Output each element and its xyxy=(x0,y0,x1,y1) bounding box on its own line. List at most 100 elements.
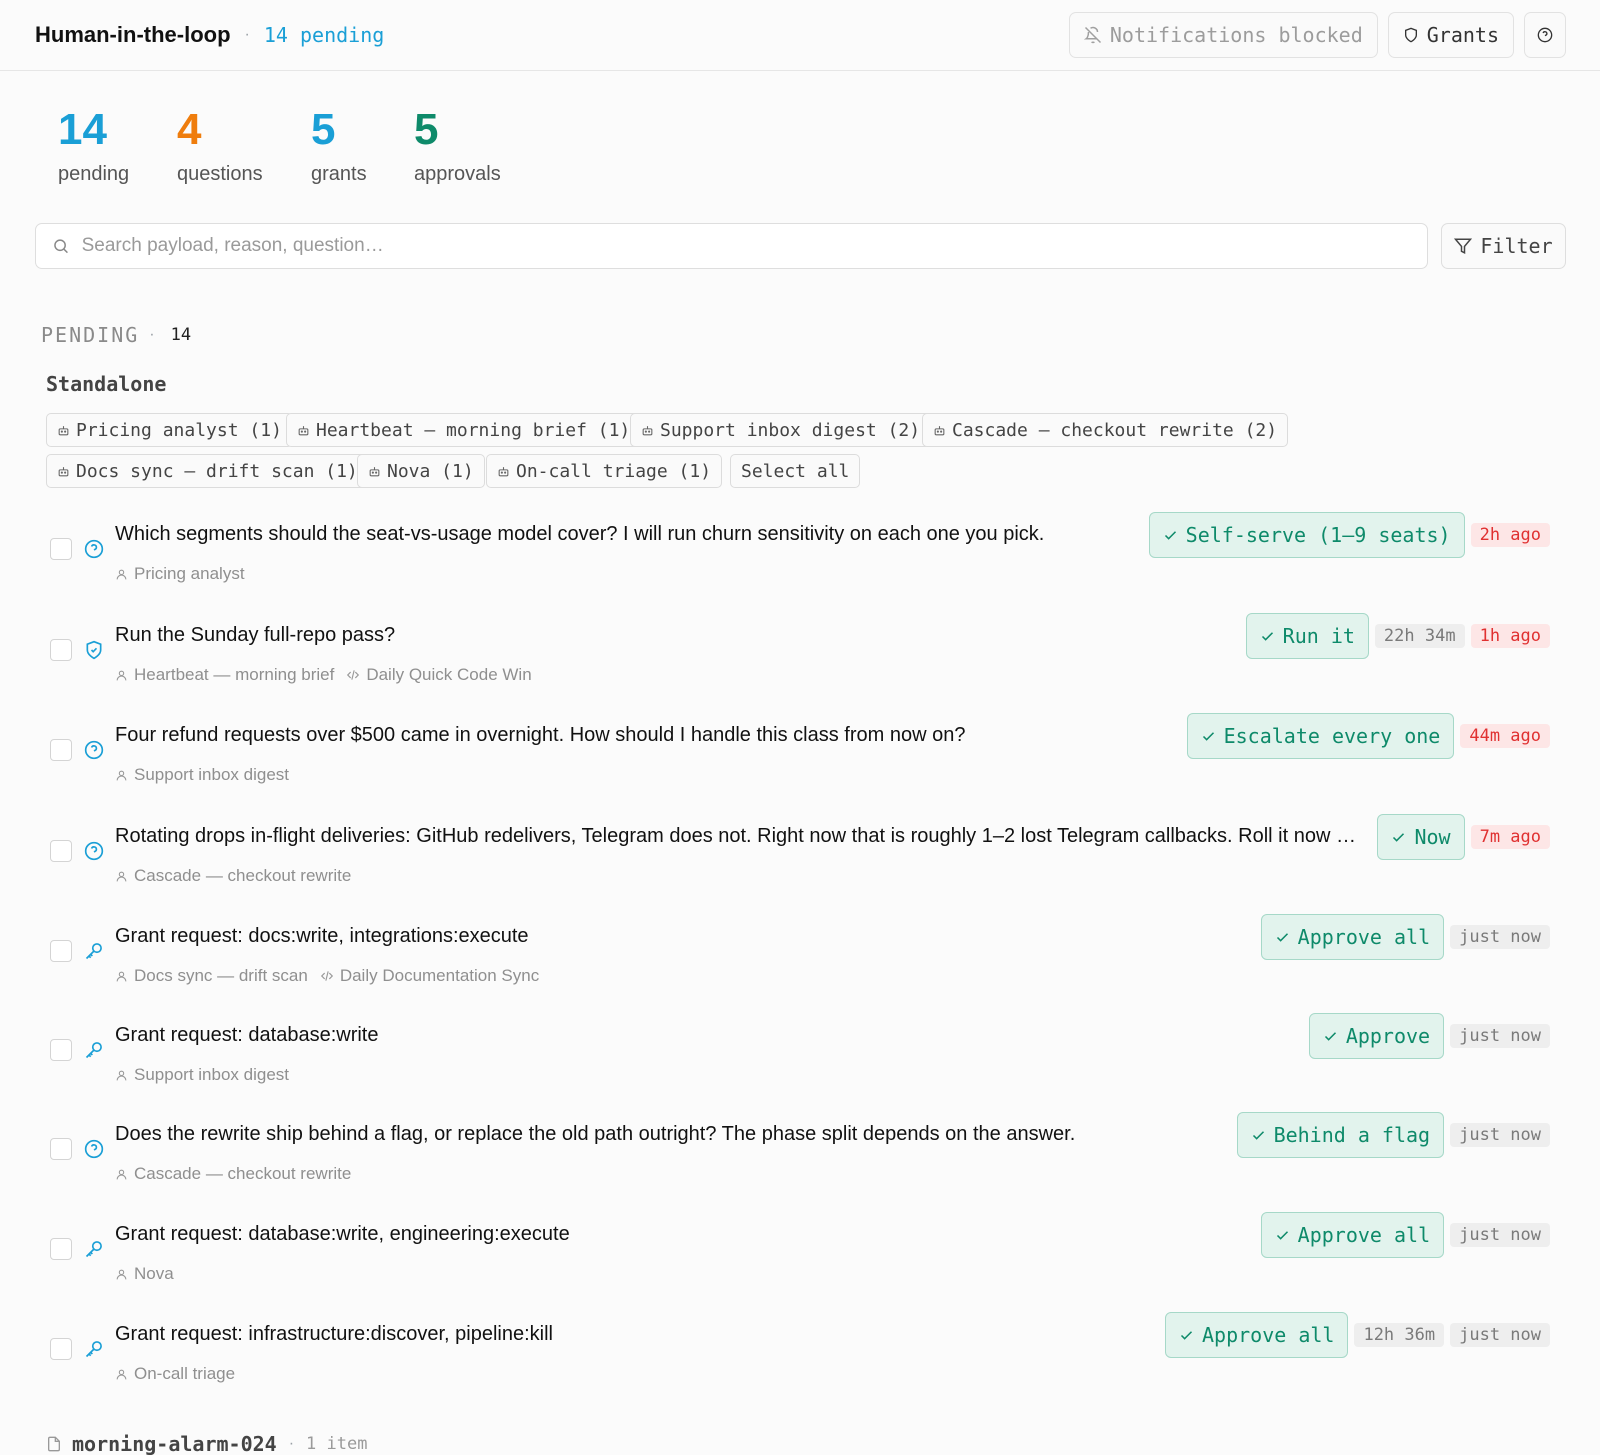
item-meta: On-call triage xyxy=(115,1364,235,1384)
item-agent: Docs sync — drift scan xyxy=(134,966,308,985)
item-text[interactable]: Four refund requests over $500 came in o… xyxy=(115,724,965,747)
item-text[interactable]: Does the rewrite ship behind a flag, or … xyxy=(115,1123,1075,1146)
age-badge: 1h ago xyxy=(1470,624,1550,648)
item-checkbox[interactable] xyxy=(50,1338,72,1360)
chip-on-call-triage[interactable]: On-call triage (1) xyxy=(486,454,723,488)
bot-icon xyxy=(298,425,309,435)
section-count: 14 xyxy=(170,325,192,345)
item-agent: Cascade — checkout rewrite xyxy=(134,866,352,885)
item-meta: Support inbox digest xyxy=(115,1065,289,1085)
select-all-button[interactable]: Select all xyxy=(730,454,861,488)
user-icon xyxy=(116,871,127,881)
key-icon xyxy=(85,1241,102,1258)
now-button[interactable]: Now xyxy=(1377,814,1465,860)
item-checkbox[interactable] xyxy=(50,1039,72,1061)
notifications-blocked-button[interactable]: Notifications blocked xyxy=(1068,12,1378,58)
code-icon xyxy=(347,670,360,680)
chip-cascade[interactable]: Cascade — checkout rewrite (2) xyxy=(922,413,1289,447)
grants-button[interactable]: Grants xyxy=(1387,12,1514,58)
behind-a-flag-button[interactable]: Behind a flag xyxy=(1236,1112,1445,1158)
bot-icon xyxy=(58,466,69,476)
age-badge: 2h ago xyxy=(1470,523,1550,547)
question-circle-icon xyxy=(84,1139,104,1159)
timer-badge: 22h 34m xyxy=(1374,624,1465,648)
bot-icon xyxy=(369,466,380,476)
pending-count-label: 14 pending xyxy=(263,23,385,47)
action-label: Approve xyxy=(1345,1024,1431,1048)
item-checkbox[interactable] xyxy=(50,538,72,560)
action-label: Approve all xyxy=(1202,1323,1335,1347)
chip-label: Nova (1) xyxy=(387,460,474,482)
item-meta: Docs sync — drift scan Daily Documentati… xyxy=(115,966,539,986)
self-serve-button[interactable]: Self-serve (1–9 seats) xyxy=(1148,512,1465,558)
list-item: Grant request: database:write Support in… xyxy=(0,1013,1600,1113)
chip-label: Select all xyxy=(741,460,850,482)
item-text[interactable]: Grant request: database:write xyxy=(115,1024,378,1047)
escalate-every-one-button[interactable]: Escalate every one xyxy=(1186,713,1455,759)
chip-label: Pricing analyst (1) xyxy=(76,419,282,441)
item-checkbox[interactable] xyxy=(50,1238,72,1260)
stat-value: 5 xyxy=(414,105,439,154)
item-text[interactable]: Grant request: infrastructure:discover, … xyxy=(115,1323,553,1346)
check-icon xyxy=(1180,1330,1193,1340)
group-title: morning-alarm-024 xyxy=(72,1432,277,1455)
search-box xyxy=(35,223,1428,269)
item-agent: Heartbeat — morning brief xyxy=(134,665,335,684)
approve-all-button[interactable]: Approve all xyxy=(1260,914,1445,960)
chip-docs-sync[interactable]: Docs sync — drift scan (1) xyxy=(46,454,369,488)
approve-button[interactable]: Approve xyxy=(1308,1013,1445,1059)
item-text[interactable]: Grant request: docs:write, integrations:… xyxy=(115,925,529,948)
stat-label: approvals xyxy=(414,163,501,185)
workflow-group-header[interactable]: morning-alarm-024 · 1 item xyxy=(46,1432,367,1455)
user-icon xyxy=(116,670,127,680)
help-button[interactable] xyxy=(1524,12,1566,58)
item-agent: Support inbox digest xyxy=(134,765,289,784)
bot-icon xyxy=(642,425,653,435)
chip-support-inbox[interactable]: Support inbox digest (2) xyxy=(630,413,932,447)
item-checkbox[interactable] xyxy=(50,1138,72,1160)
item-actions: Approve just now xyxy=(1308,1013,1550,1059)
item-text[interactable]: Which segments should the seat-vs-usage … xyxy=(115,523,1044,546)
top-bar: Human-in-the-loop · 14 pending Notificat… xyxy=(0,0,1600,71)
item-actions: Approve all just now xyxy=(1260,914,1550,960)
item-text[interactable]: Grant request: database:write, engineeri… xyxy=(115,1223,570,1246)
item-actions: Self-serve (1–9 seats) 2h ago xyxy=(1148,512,1550,558)
filter-button[interactable]: Filter xyxy=(1441,223,1566,269)
bell-off-icon xyxy=(1083,26,1101,44)
item-checkbox[interactable] xyxy=(50,739,72,761)
stat-label: grants xyxy=(311,163,367,185)
run-it-button[interactable]: Run it xyxy=(1245,613,1369,659)
approve-all-button[interactable]: Approve all xyxy=(1260,1212,1445,1258)
approve-all-button[interactable]: Approve all xyxy=(1165,1312,1349,1358)
list-item: Does the rewrite ship behind a flag, or … xyxy=(0,1112,1600,1212)
action-label: Self-serve (1–9 seats) xyxy=(1185,523,1451,547)
chip-pricing-analyst[interactable]: Pricing analyst (1) xyxy=(46,413,293,447)
stat-value: 5 xyxy=(311,105,336,154)
item-actions: Run it 22h 34m 1h ago xyxy=(1245,613,1550,659)
question-circle-icon xyxy=(84,539,104,559)
header-actions: Notifications blocked Grants xyxy=(1068,12,1566,58)
action-label: Approve all xyxy=(1297,1223,1431,1247)
item-actions: Escalate every one 44m ago xyxy=(1186,713,1550,759)
check-icon xyxy=(1261,631,1273,641)
grants-label: Grants xyxy=(1426,23,1499,47)
check-icon xyxy=(1252,1130,1264,1140)
funnel-icon xyxy=(1454,238,1473,254)
action-label: Escalate every one xyxy=(1223,724,1441,748)
help-circle-icon xyxy=(1537,27,1553,43)
list-item: Grant request: database:write, engineeri… xyxy=(0,1212,1600,1312)
chip-nova[interactable]: Nova (1) xyxy=(357,454,485,488)
item-checkbox[interactable] xyxy=(50,840,72,862)
list-item: Which segments should the seat-vs-usage … xyxy=(0,512,1600,612)
item-text[interactable]: Run the Sunday full-repo pass? xyxy=(115,624,395,647)
search-input[interactable] xyxy=(81,235,1427,257)
chip-label: On-call triage (1) xyxy=(516,460,712,482)
check-icon xyxy=(1276,932,1288,942)
item-agent: On-call triage xyxy=(134,1364,236,1383)
item-checkbox[interactable] xyxy=(50,940,72,962)
item-meta: Cascade — checkout rewrite xyxy=(115,1164,351,1184)
chip-heartbeat[interactable]: Heartbeat — morning brief (1) xyxy=(286,413,642,447)
item-checkbox[interactable] xyxy=(50,639,72,661)
item-text[interactable]: Rotating drops in-flight deliveries: Git… xyxy=(115,825,1360,848)
stats-row: 14 pending 4 questions 5 grants 5 approv… xyxy=(0,105,1600,195)
